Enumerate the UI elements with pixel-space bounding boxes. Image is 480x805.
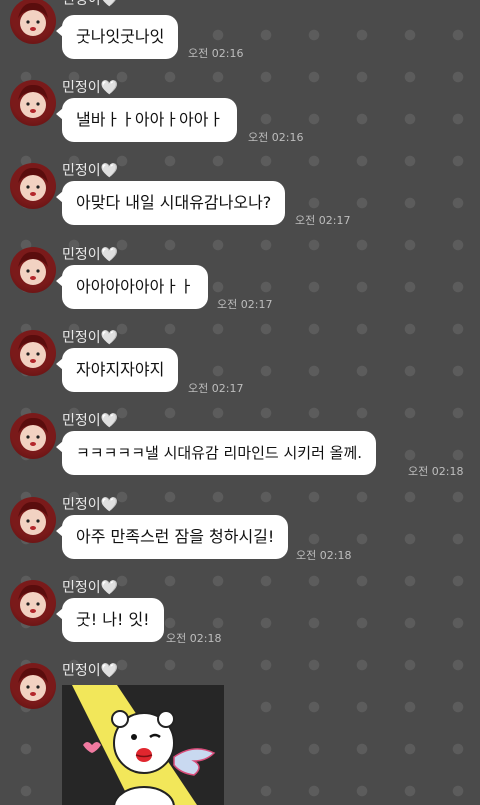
message-bubble[interactable]: 자야지자야지	[55, 348, 179, 392]
message-bubble[interactable]: 굿나잇굿나잇	[55, 15, 179, 59]
sender-name: 민정이🤍	[62, 413, 119, 429]
sender-name: 민정이🤍	[62, 247, 119, 263]
avatar[interactable]	[10, 413, 56, 459]
message-bubble[interactable]: 아주 만족스런 잠을 청하시길!	[55, 515, 289, 559]
message-time: 오전 02:18	[166, 632, 222, 645]
avatar[interactable]	[10, 497, 56, 543]
avatar[interactable]	[10, 80, 56, 126]
sender-name: 민정이🤍	[62, 497, 119, 513]
message-time: 오전 02:16	[188, 47, 244, 60]
avatar[interactable]	[10, 663, 56, 709]
sender-name: 민정이🤍	[62, 163, 119, 179]
chat-screen: { "sender_name": "민정이🤍", "messages": [ {…	[0, 0, 480, 805]
sender-name: 민정이🤍	[62, 580, 119, 596]
avatar[interactable]	[10, 330, 56, 376]
message-bubble[interactable]: 낼바ㅏㅏ아아ㅏ아아ㅏ	[55, 98, 238, 142]
sender-name: 민정이🤍	[62, 330, 119, 346]
avatar[interactable]	[10, 247, 56, 293]
message-bubble[interactable]: 굿! 나! 잇!	[56, 598, 164, 642]
avatar[interactable]	[10, 163, 56, 209]
message-bubble[interactable]: ㅋㅋㅋㅋㅋ낼 시대유감 리마인드 시키러 올께.	[55, 431, 377, 475]
avatar[interactable]	[10, 580, 56, 626]
message-time: 오전 02:17	[295, 214, 351, 227]
bear-sticker-icon[interactable]	[62, 685, 224, 805]
message-time: 오전 02:17	[217, 298, 273, 311]
message-time: 오전 02:17	[188, 382, 244, 395]
message-time: 오전 02:18	[408, 465, 464, 478]
message-time: 오전 02:16	[248, 131, 304, 144]
message-time: 오전 02:18	[296, 549, 352, 562]
message-bubble[interactable]: 아맞다 내일 시대유감나오나?	[55, 181, 286, 225]
message-bubble[interactable]: 아아아아아아ㅏㅏ	[56, 265, 208, 309]
sender-name: 민정이🤍	[62, 663, 119, 679]
avatar[interactable]	[10, 0, 56, 44]
sender-name: 민정이🤍	[62, 80, 119, 96]
sender-name: 민정이🤍	[62, 0, 119, 8]
